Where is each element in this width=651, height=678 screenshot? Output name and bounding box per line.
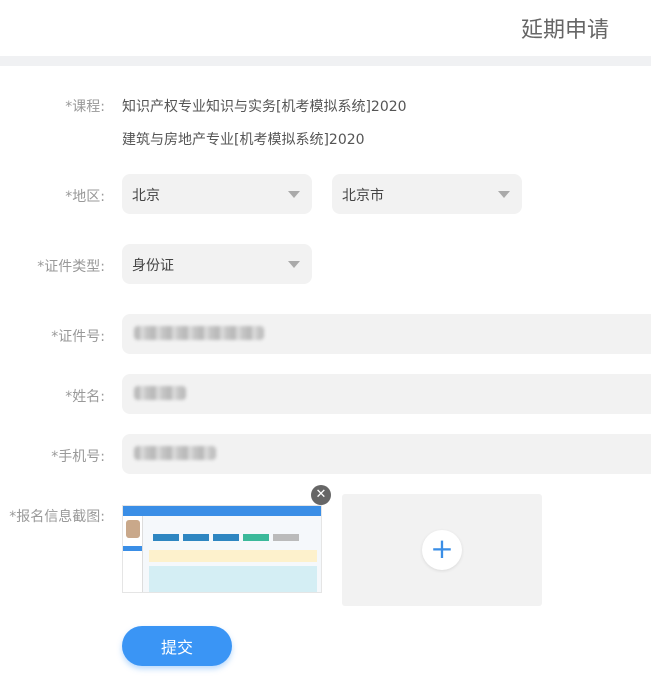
close-icon: ✕ <box>315 487 327 502</box>
phone-label: *手机号: <box>51 449 105 465</box>
course-label: *课程: <box>65 99 105 115</box>
redacted-value <box>134 326 264 340</box>
screenshot-thumbnail[interactable] <box>122 505 322 593</box>
province-select[interactable]: 北京 <box>122 174 312 214</box>
caret-down-icon <box>288 191 300 198</box>
id-type-value: 身份证 <box>132 258 174 274</box>
id-number-input[interactable] <box>122 314 651 354</box>
divider <box>0 56 651 66</box>
id-type-label: *证件类型: <box>37 259 105 275</box>
city-select[interactable]: 北京市 <box>332 174 522 214</box>
header: 延期申请 <box>0 0 651 56</box>
upload-image-button[interactable]: + <box>342 494 542 606</box>
course-item: 建筑与房地产专业[机考模拟系统]2020 <box>122 132 365 148</box>
caret-down-icon <box>288 261 300 268</box>
screenshot-label: *报名信息截图: <box>9 509 105 525</box>
province-value: 北京 <box>132 188 160 204</box>
page-title: 延期申请 <box>520 18 609 43</box>
name-label: *姓名: <box>65 389 105 405</box>
phone-input[interactable] <box>122 434 651 474</box>
redacted-value <box>134 386 186 400</box>
plus-icon: + <box>422 530 462 570</box>
submit-button[interactable]: 提交 <box>122 626 232 666</box>
id-type-select[interactable]: 身份证 <box>122 244 312 284</box>
name-input[interactable] <box>122 374 651 414</box>
course-item: 知识产权专业知识与实务[机考模拟系统]2020 <box>122 99 407 115</box>
redacted-value <box>134 446 216 460</box>
remove-image-button[interactable]: ✕ <box>311 485 331 505</box>
caret-down-icon <box>498 191 510 198</box>
city-value: 北京市 <box>342 188 384 204</box>
region-label: *地区: <box>65 189 105 205</box>
id-number-label: *证件号: <box>51 329 105 345</box>
